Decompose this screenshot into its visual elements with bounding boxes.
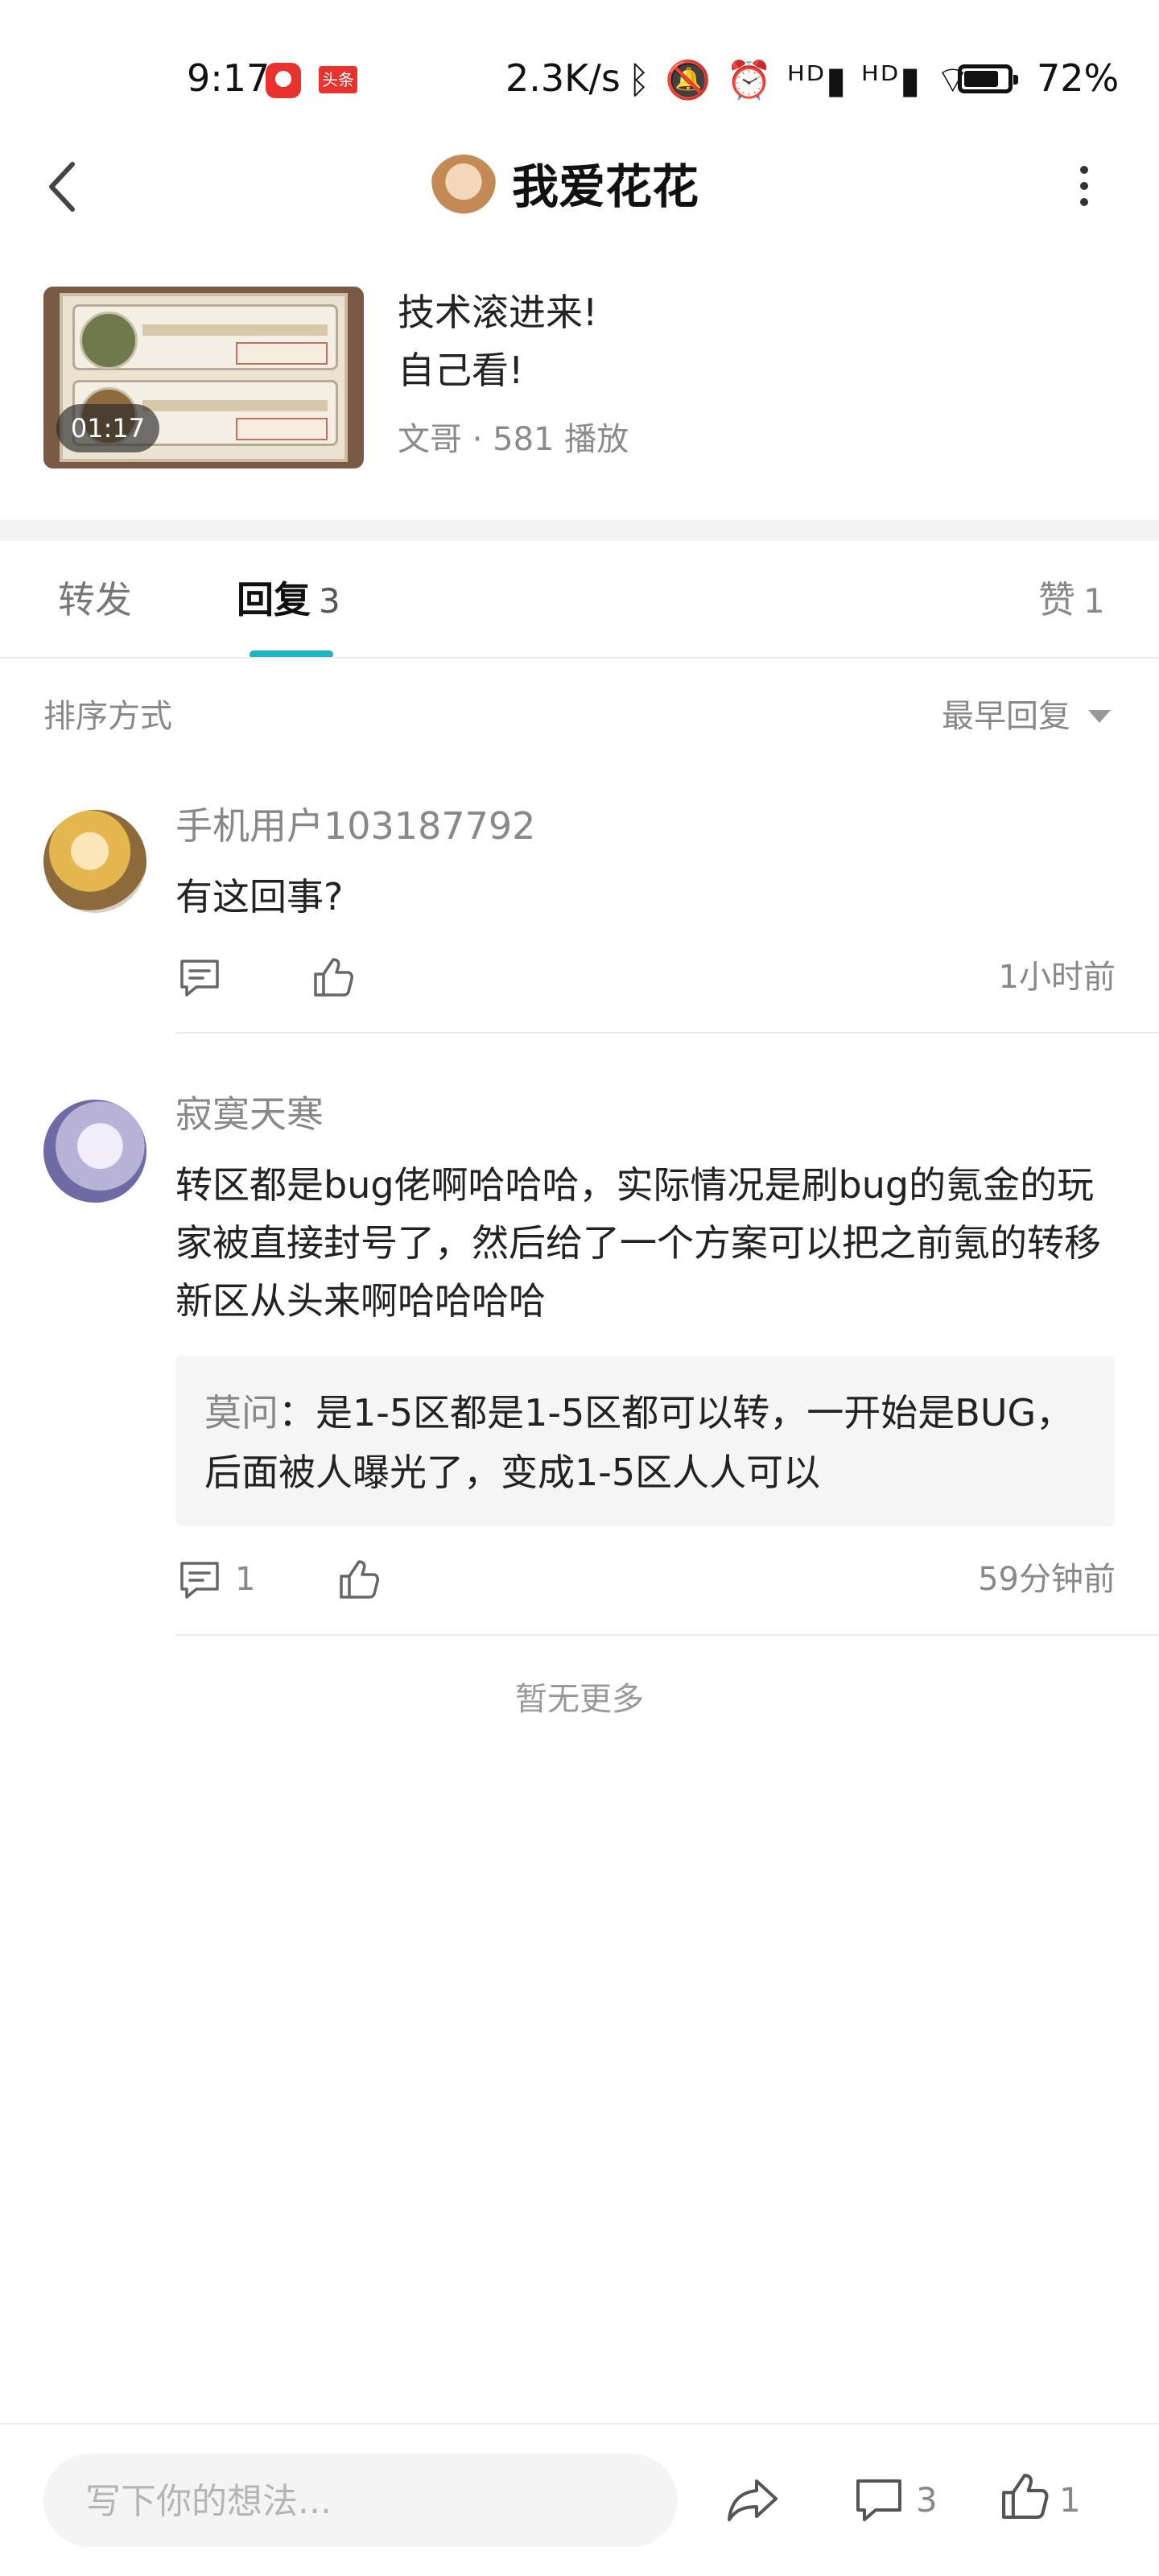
- section-divider: [0, 520, 1159, 541]
- chevron-left-icon: [49, 162, 75, 212]
- tab-reply[interactable]: 回复 3: [237, 564, 340, 638]
- status-bar: 9:17 头条 2.3K/s ᛒ 🔕 ⏰ ᴴᴰ▮ ᴴᴰ▮ ⌔ 72%: [0, 0, 1159, 145]
- comment-divider: [175, 1032, 1159, 1034]
- back-button[interactable]: [40, 158, 89, 216]
- comment-icon: [856, 2479, 901, 2521]
- comment-time: 59分钟前: [978, 1561, 1116, 1598]
- header-avatar[interactable]: [430, 155, 497, 222]
- comment-icon: [180, 960, 219, 997]
- comment-username[interactable]: 寂寞天寒: [175, 1088, 324, 1140]
- comment-username[interactable]: 手机用户103187792: [175, 800, 535, 852]
- caret-down-icon[interactable]: [1088, 710, 1111, 723]
- share-button[interactable]: [724, 2475, 781, 2529]
- tab-reply-label: 回复: [237, 578, 311, 621]
- comment-reply-count: 1: [235, 1561, 256, 1598]
- comment-icon: [180, 1562, 219, 1599]
- video-title-line1[interactable]: 技术滚进来!: [398, 287, 597, 338]
- more-button[interactable]: [1072, 166, 1096, 214]
- bottom-bar-divider: [0, 2423, 1159, 2425]
- comment-text: 有这回事?: [175, 875, 344, 919]
- tab-repost-label: 转发: [58, 578, 132, 621]
- status-icons: ᛒ 🔕 ⏰ ᴴᴰ▮ ᴴᴰ▮ ⌔: [628, 58, 972, 101]
- tab-like-count: 1: [1083, 581, 1105, 621]
- comment-like-button[interactable]: [336, 1557, 382, 1602]
- comment-text: 转区都是bug佬啊哈哈哈，实际情况是刷bug的氪金的玩家被直接封号了，然后给了一…: [175, 1163, 1101, 1323]
- reply-preview[interactable]: 莫问：是1-5区都是1-5区都可以转，一开始是BUG，后面被人曝光了，变成1-5…: [175, 1356, 1116, 1526]
- comment-button[interactable]: [853, 2475, 905, 2529]
- video-thumbnail[interactable]: 01:17: [43, 287, 364, 469]
- comment-like-button[interactable]: [311, 955, 356, 1000]
- thumbs-up-icon: [340, 1560, 379, 1599]
- avatar[interactable]: [43, 1100, 146, 1203]
- comment-divider: [175, 1634, 1159, 1636]
- reply-preview-user[interactable]: 莫问: [204, 1391, 278, 1435]
- network-speed: 2.3K/s: [505, 56, 621, 100]
- video-title-line2[interactable]: 自己看!: [398, 345, 523, 396]
- share-icon: [728, 2479, 777, 2521]
- tab-repost[interactable]: 转发: [58, 564, 132, 636]
- battery-icon: [958, 64, 1018, 93]
- status-time: 9:17: [187, 56, 270, 100]
- sort-label: 排序方式: [43, 698, 172, 735]
- reply-preview-content: ：是1-5区都是1-5区都可以转，一开始是BUG，后面被人曝光了，变成1-5区人…: [204, 1391, 1074, 1494]
- comment-reply-button[interactable]: [177, 955, 222, 1000]
- more-vertical-icon: [1072, 166, 1096, 206]
- video-meta: 文哥 · 581 播放: [398, 421, 629, 458]
- app-notification-icon: [266, 63, 301, 98]
- thumbs-up-icon: [1002, 2474, 1049, 2519]
- comment-time: 1小时前: [998, 959, 1116, 996]
- like-count: 1: [1059, 2480, 1081, 2520]
- tab-like[interactable]: 赞1: [1038, 564, 1105, 638]
- page-title: 我爱花花: [512, 159, 699, 214]
- battery-percent: 72%: [1037, 56, 1120, 100]
- thumbs-up-icon: [314, 958, 353, 997]
- comment-input-container[interactable]: [43, 2454, 678, 2549]
- toutiao-badge: 头条: [319, 66, 357, 93]
- tabs-divider: [0, 657, 1159, 658]
- comment-count: 3: [916, 2480, 938, 2520]
- avatar[interactable]: [43, 810, 146, 913]
- reply-preview-text: 莫问：是1-5区都是1-5区都可以转，一开始是BUG，后面被人曝光了，变成1-5…: [204, 1383, 1090, 1502]
- tab-reply-count: 3: [319, 581, 340, 621]
- comment-reply-button[interactable]: [177, 1557, 222, 1602]
- video-duration: 01:17: [56, 404, 159, 452]
- no-more-text: 暂无更多: [515, 1681, 644, 1718]
- sort-dropdown[interactable]: 最早回复: [942, 691, 1070, 742]
- tab-like-label: 赞: [1038, 578, 1075, 621]
- like-button[interactable]: [998, 2470, 1051, 2526]
- comment-input[interactable]: [84, 2454, 650, 2549]
